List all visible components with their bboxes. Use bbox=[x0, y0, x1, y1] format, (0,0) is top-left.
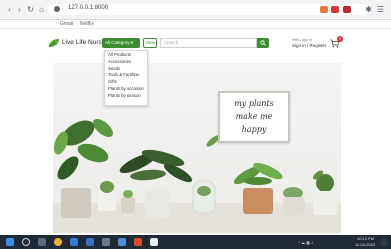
web-page: Live Life Nursery All Category ▾ View Se… bbox=[0, 29, 391, 235]
dropdown-item-occasion[interactable]: Plants by occasion bbox=[105, 86, 147, 93]
browser-toolbar: ‹ › ↻ ⌂ 127.0.0.1:8000 ✱ ☰ bbox=[0, 0, 391, 20]
account-greeting: Hello, sign in bbox=[292, 38, 313, 42]
sign-in-link[interactable]: Sign in / Register bbox=[292, 43, 326, 48]
sign-line-3: happy bbox=[241, 125, 267, 134]
clock-time[interactable]: 10:13 PM bbox=[357, 236, 374, 241]
system-tray-icons[interactable]: ^ ☁ ▦ ♪ bbox=[298, 240, 313, 245]
dropdown-item-season[interactable]: Plants by season bbox=[105, 93, 147, 100]
vscode-icon[interactable] bbox=[86, 238, 94, 246]
url-text: 127.0.0.1:8000 bbox=[68, 5, 109, 11]
bookmark-gmail[interactable]: Gmail bbox=[60, 21, 73, 27]
leaf-logo-icon[interactable] bbox=[48, 38, 60, 48]
reload-icon[interactable]: ↻ bbox=[26, 5, 35, 14]
view-button[interactable]: View bbox=[143, 38, 157, 48]
bookmark-netflix[interactable]: Netflix bbox=[80, 21, 94, 27]
bookmarks-bar: Gmail Netflix bbox=[0, 20, 391, 29]
brave-icon[interactable] bbox=[331, 6, 339, 13]
menu-icon[interactable]: ☰ bbox=[376, 5, 385, 14]
dropdown-item-gifts[interactable]: Gifts bbox=[105, 79, 147, 86]
sign-line-1: my plants bbox=[234, 99, 274, 108]
screen: ‹ › ↻ ⌂ 127.0.0.1:8000 ✱ ☰ Gmail Netflix… bbox=[0, 0, 391, 249]
dropdown-item-accessories[interactable]: Accessories bbox=[105, 59, 147, 66]
start-icon[interactable] bbox=[6, 238, 14, 246]
search-input[interactable]: Search bbox=[160, 38, 257, 48]
dropdown-item-tools[interactable]: Tools & Fertilizer bbox=[105, 72, 147, 79]
extension-icon[interactable] bbox=[320, 6, 328, 13]
forward-icon[interactable]: › bbox=[15, 5, 24, 14]
my-plants-sign: my plants make me happy bbox=[218, 91, 290, 143]
plants-illustration bbox=[53, 119, 341, 233]
file-explorer-icon[interactable] bbox=[102, 238, 110, 246]
edge-icon[interactable] bbox=[70, 238, 78, 246]
clock-date[interactable]: 11-04-2023 bbox=[355, 242, 375, 247]
hero-banner-image: my plants make me happy bbox=[53, 63, 341, 233]
extensions-puzzle-icon[interactable]: ✱ bbox=[364, 5, 373, 14]
notifications-icon[interactable] bbox=[381, 238, 387, 246]
home-icon[interactable]: ⌂ bbox=[37, 5, 46, 14]
cart-count-badge: 0 bbox=[337, 36, 343, 42]
search-icon bbox=[260, 40, 266, 46]
chrome-icon[interactable] bbox=[54, 238, 62, 246]
back-icon[interactable]: ‹ bbox=[5, 5, 14, 14]
sign-line-2: make me bbox=[235, 112, 273, 121]
task-view-icon[interactable] bbox=[38, 238, 46, 246]
category-dropdown-menu: All Products Accessories Seeds Tools & F… bbox=[104, 50, 148, 106]
search-icon[interactable] bbox=[22, 238, 30, 246]
mail-icon[interactable] bbox=[118, 238, 126, 246]
search-button[interactable] bbox=[257, 38, 269, 48]
brave-taskbar-icon[interactable] bbox=[134, 238, 142, 246]
shield-icon[interactable] bbox=[343, 6, 351, 13]
all-category-button[interactable]: All Category ▾ bbox=[102, 38, 140, 48]
app-icon[interactable] bbox=[150, 238, 158, 246]
dropdown-item-seeds[interactable]: Seeds bbox=[105, 66, 147, 73]
taskbar: ^ ☁ ▦ ♪ 10:13 PM 11-04-2023 bbox=[0, 235, 391, 249]
site-info-icon[interactable] bbox=[54, 6, 60, 12]
dropdown-item-all-products[interactable]: All Products bbox=[105, 52, 147, 59]
